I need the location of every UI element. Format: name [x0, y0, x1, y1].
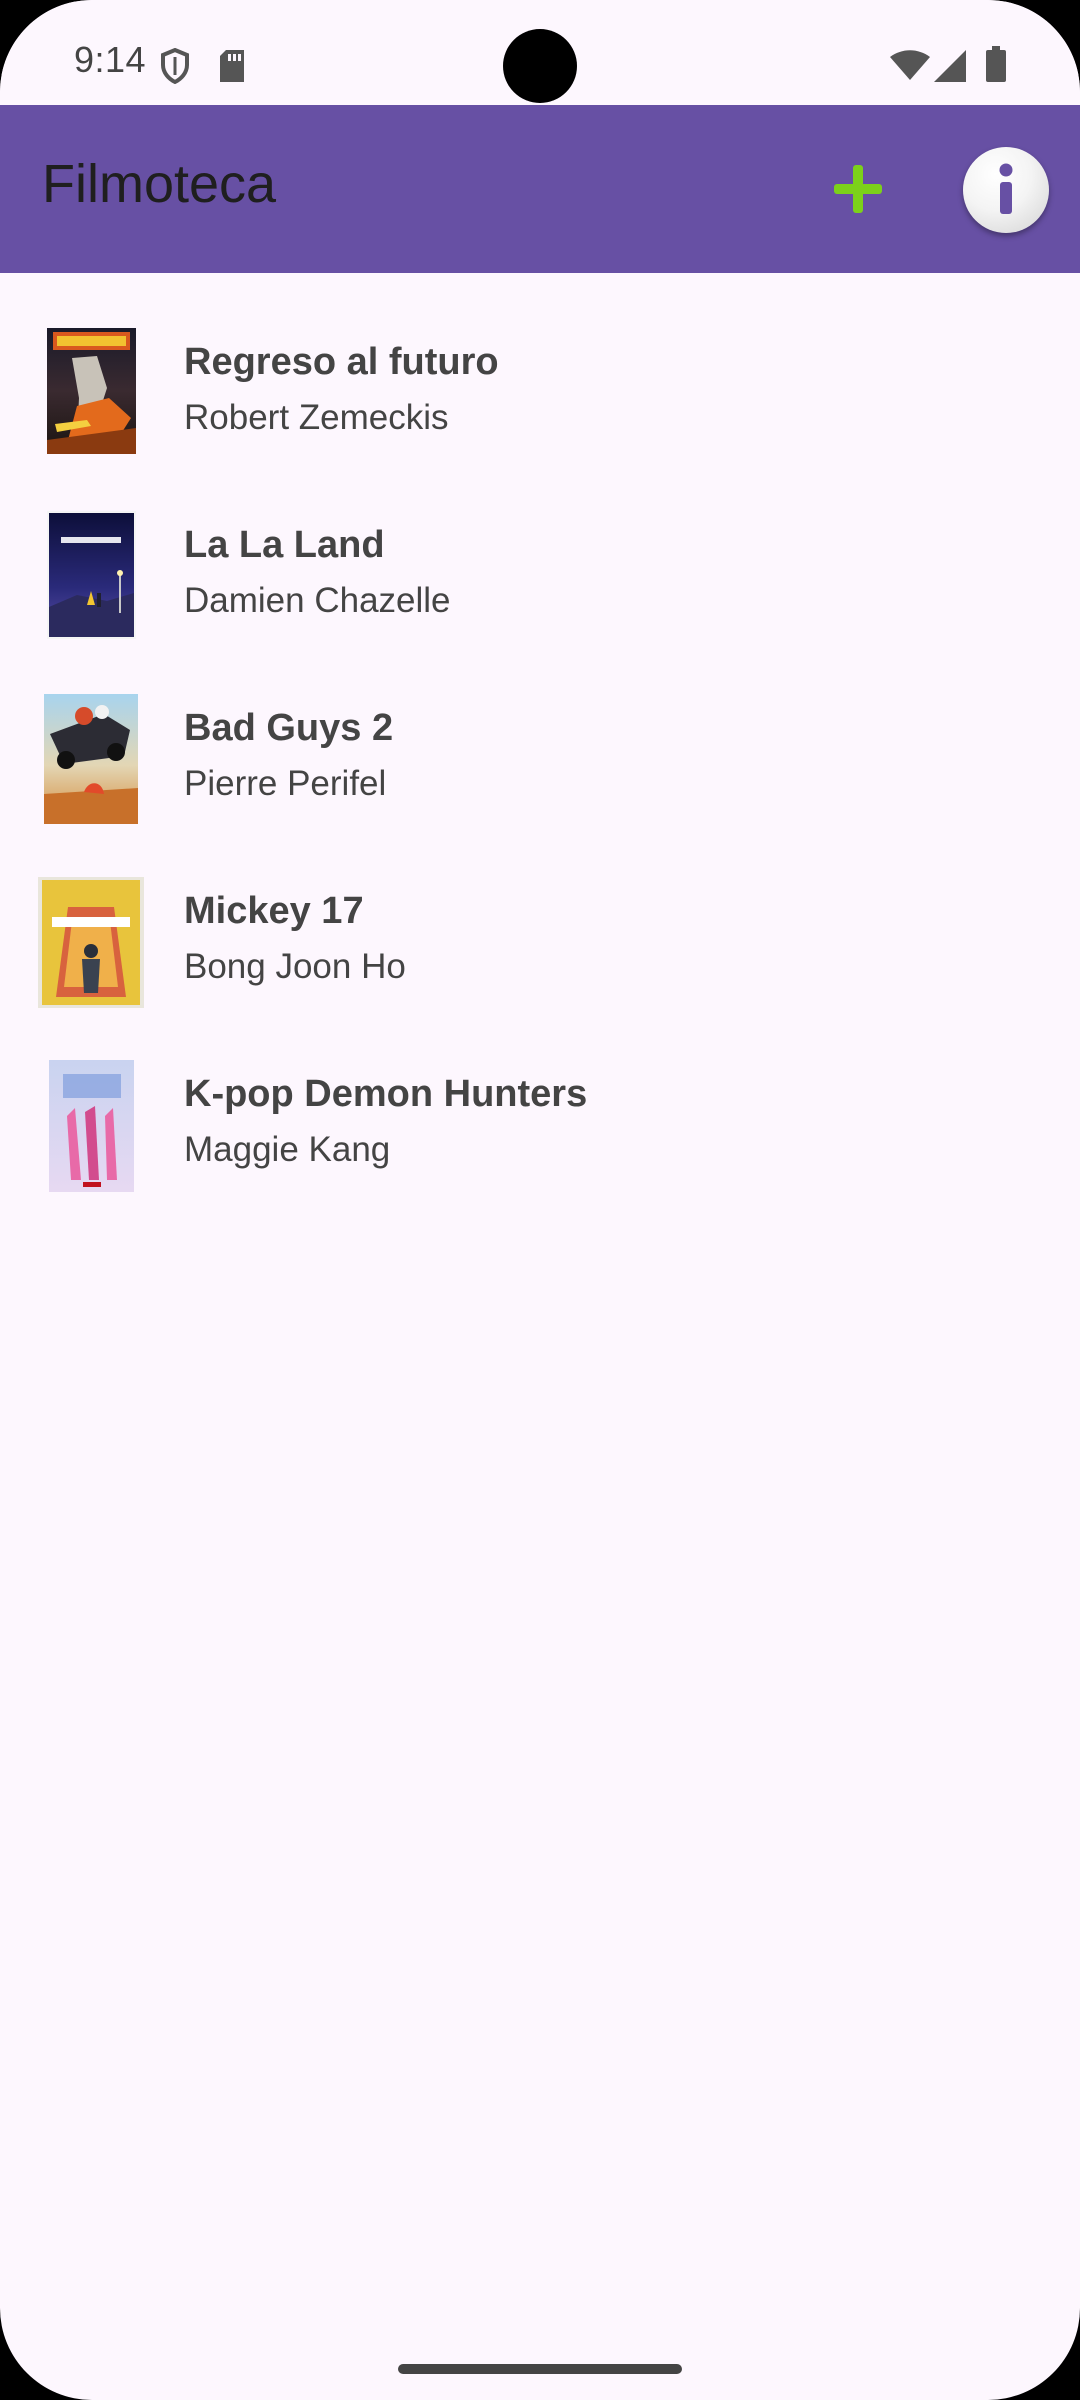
gesture-navigation-bar[interactable]: [398, 2364, 682, 2374]
app-bar: Filmoteca: [0, 105, 1080, 273]
movie-title: Regreso al futuro: [184, 341, 499, 383]
list-item[interactable]: Regreso al futuro Robert Zemeckis: [0, 273, 1080, 456]
movie-title: Bad Guys 2: [184, 707, 394, 749]
battery-icon: [986, 46, 1006, 82]
movie-director: Pierre Perifel: [184, 764, 387, 803]
shield-icon: [161, 48, 189, 84]
movie-title: La La Land: [184, 524, 385, 566]
movie-poster: [47, 511, 136, 639]
wifi-icon: [890, 50, 930, 80]
movie-title: Mickey 17: [184, 890, 364, 932]
list-item[interactable]: Mickey 17 Bong Joon Ho: [0, 822, 1080, 1008]
movie-director: Robert Zemeckis: [184, 398, 449, 437]
movie-poster: [44, 694, 138, 824]
info-icon: [999, 163, 1013, 214]
add-movie-button[interactable]: [830, 160, 888, 218]
info-button[interactable]: [963, 147, 1049, 233]
movie-director: Maggie Kang: [184, 1130, 391, 1169]
list-item[interactable]: K-pop Demon Hunters Maggie Kang: [0, 1005, 1080, 1192]
cell-signal-icon: [934, 50, 966, 82]
sd-card-icon: [220, 50, 244, 82]
movie-poster: [47, 328, 136, 454]
app-title: Filmoteca: [42, 154, 277, 214]
list-item[interactable]: La La Land Damien Chazelle: [0, 456, 1080, 639]
movie-director: Damien Chazelle: [184, 581, 451, 620]
status-bar: 9:14: [0, 0, 1080, 105]
list-item[interactable]: Bad Guys 2 Pierre Perifel: [0, 639, 1080, 824]
phone-screen: 9:14 Filmoteca Regreso al futuro Robert …: [0, 0, 1080, 2400]
movie-poster: [38, 877, 144, 1008]
movie-list: Regreso al futuro Robert Zemeckis La La …: [0, 273, 1080, 1192]
front-camera: [503, 29, 577, 103]
movie-title: K-pop Demon Hunters: [184, 1073, 588, 1115]
movie-director: Bong Joon Ho: [184, 947, 406, 986]
status-time: 9:14: [74, 39, 147, 80]
movie-poster: [49, 1060, 134, 1192]
